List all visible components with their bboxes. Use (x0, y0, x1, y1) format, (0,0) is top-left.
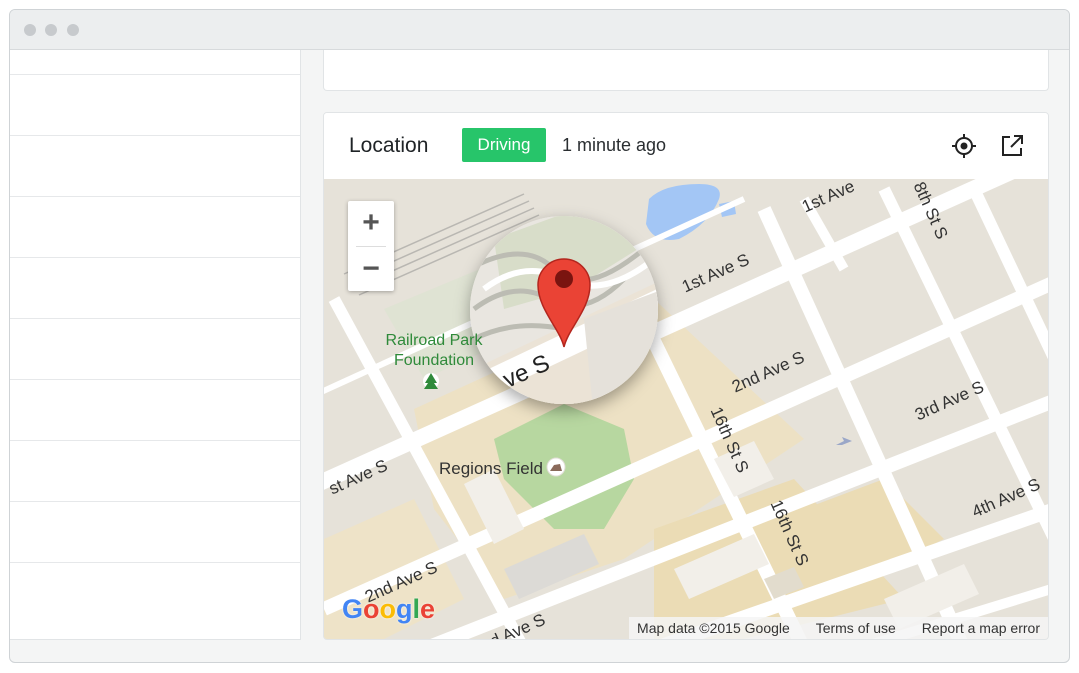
window-minimize-dot[interactable] (45, 24, 57, 36)
park-label-line: Railroad Park (385, 332, 483, 349)
logo-letter: o (379, 594, 397, 624)
location-card-header: Location Driving 1 minute ago (324, 113, 1048, 179)
list-divider (10, 196, 300, 197)
location-card: Location Driving 1 minute ago 1st Ave 1s… (323, 112, 1049, 640)
window-maximize-dot[interactable] (67, 24, 79, 36)
status-badge: Driving (462, 128, 546, 162)
window-close-dot[interactable] (24, 24, 36, 36)
list-divider (10, 135, 300, 136)
map-data-credit: Map data ©2015 Google (637, 620, 790, 636)
logo-letter: o (363, 594, 380, 624)
terms-of-use-link[interactable]: Terms of use (816, 620, 896, 636)
zoom-in-button[interactable]: + (348, 201, 394, 245)
sidebar-list (10, 50, 301, 640)
crosshair-icon[interactable] (951, 133, 977, 159)
list-divider (10, 562, 300, 563)
map-view[interactable]: 1st Ave 1st Ave S ve S st Ave S 2nd Ave … (324, 179, 1048, 639)
logo-letter: G (342, 594, 364, 624)
map-attribution: Map data ©2015 Google Terms of use Repor… (629, 617, 1048, 639)
location-title: Location (349, 134, 429, 157)
logo-letter: e (420, 594, 436, 624)
list-divider (10, 440, 300, 441)
list-divider (10, 74, 300, 75)
report-map-error-link[interactable]: Report a map error (922, 620, 1040, 636)
field-label: Regions Field (439, 459, 543, 478)
google-logo: Google (342, 594, 435, 625)
logo-letter: g (396, 594, 413, 624)
logo-letter: l (412, 594, 421, 624)
zoom-control: + − (348, 201, 394, 291)
list-divider (10, 379, 300, 380)
external-link-icon[interactable] (999, 133, 1025, 159)
list-divider (10, 257, 300, 258)
browser-window: Location Driving 1 minute ago 1st Ave 1s… (9, 9, 1070, 663)
zoom-out-button[interactable]: − (348, 247, 394, 291)
previous-card (323, 50, 1049, 91)
park-label: Railroad Park Foundation (374, 331, 494, 371)
park-label-line: Foundation (393, 352, 475, 369)
list-divider (10, 501, 300, 502)
last-updated-timestamp: 1 minute ago (562, 135, 667, 155)
window-titlebar (10, 10, 1069, 50)
list-divider (10, 318, 300, 319)
